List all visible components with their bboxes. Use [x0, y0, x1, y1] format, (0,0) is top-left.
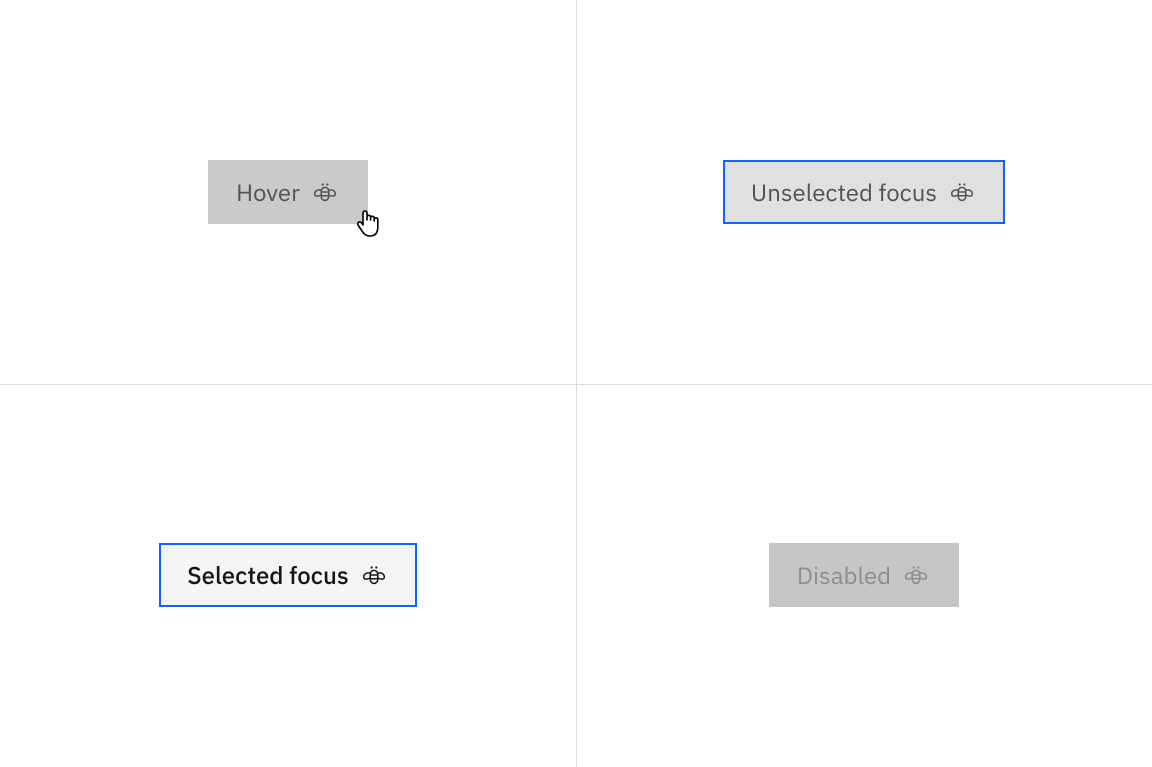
- bee-icon: [901, 563, 931, 587]
- hover-label: Hover: [236, 180, 300, 204]
- cell-unselected-focus: Unselected focus: [576, 0, 1152, 384]
- cell-hover: Hover: [0, 0, 576, 384]
- content-switcher-disabled: Disabled: [769, 543, 959, 607]
- selected-focus-label: Selected focus: [187, 563, 348, 587]
- content-switcher-selected-focus[interactable]: Selected focus: [159, 543, 416, 607]
- unselected-focus-label: Unselected focus: [751, 180, 937, 204]
- bee-icon: [359, 563, 389, 587]
- content-switcher-hover[interactable]: Hover: [208, 160, 368, 224]
- cell-disabled: Disabled: [576, 384, 1152, 767]
- disabled-label: Disabled: [797, 563, 891, 587]
- bee-icon: [947, 180, 977, 204]
- bee-icon: [310, 180, 340, 204]
- cell-selected-focus: Selected focus: [0, 384, 576, 767]
- horizontal-divider: [0, 384, 1152, 385]
- content-switcher-unselected-focus[interactable]: Unselected focus: [723, 160, 1005, 224]
